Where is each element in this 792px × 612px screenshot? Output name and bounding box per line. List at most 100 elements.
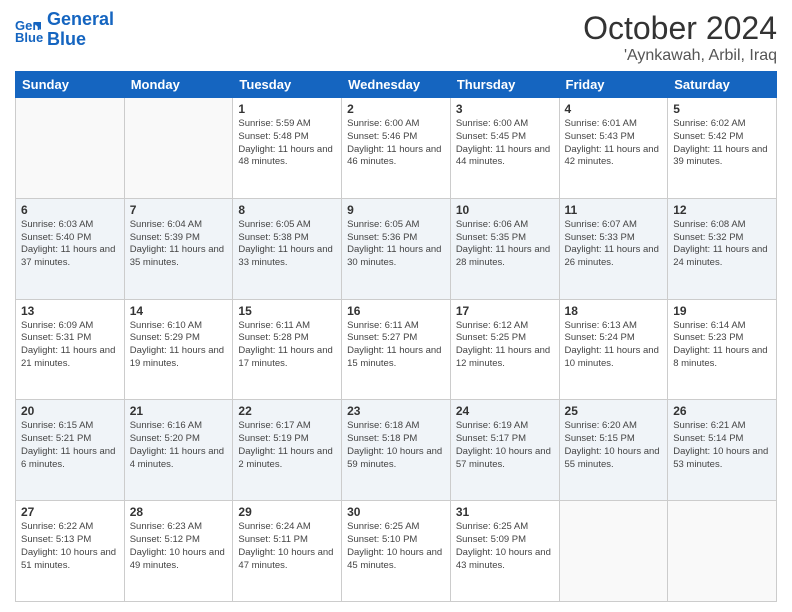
calendar-cell (668, 501, 777, 602)
calendar-week-1: 1Sunrise: 5:59 AMSunset: 5:48 PMDaylight… (16, 98, 777, 199)
main-title: October 2024 (583, 10, 777, 47)
day-detail: Sunrise: 6:05 AMSunset: 5:38 PMDaylight:… (238, 219, 336, 270)
day-detail: Sunrise: 6:09 AMSunset: 5:31 PMDaylight:… (21, 320, 119, 371)
calendar-cell (16, 98, 125, 199)
calendar-cell: 25Sunrise: 6:20 AMSunset: 5:15 PMDayligh… (559, 400, 668, 501)
day-number: 10 (456, 203, 554, 217)
day-detail: Sunrise: 6:23 AMSunset: 5:12 PMDaylight:… (130, 521, 228, 572)
day-number: 23 (347, 404, 445, 418)
day-number: 18 (565, 304, 663, 318)
day-detail: Sunrise: 6:05 AMSunset: 5:36 PMDaylight:… (347, 219, 445, 270)
day-number: 30 (347, 505, 445, 519)
day-detail: Sunrise: 6:14 AMSunset: 5:23 PMDaylight:… (673, 320, 771, 371)
calendar-cell: 18 Sunrise: 6:13 AMSunset: 5:24 PMDayligh… (559, 299, 668, 400)
calendar-cell (124, 98, 233, 199)
calendar-cell: 27 Sunrise: 6:22 AMSunset: 5:13 PMDayligh… (16, 501, 125, 602)
calendar-cell: 1Sunrise: 5:59 AMSunset: 5:48 PMDaylight… (233, 98, 342, 199)
calendar-cell: 9 Sunrise: 6:05 AMSunset: 5:36 PMDaylight… (342, 198, 451, 299)
day-number: 27 (21, 505, 119, 519)
calendar-cell: 28 Sunrise: 6:23 AMSunset: 5:12 PMDayligh… (124, 501, 233, 602)
col-header-monday: Monday (124, 72, 233, 98)
day-detail: Sunrise: 6:15 AMSunset: 5:21 PMDaylight:… (21, 420, 119, 471)
day-detail: Sunrise: 6:13 AMSunset: 5:24 PMDaylight:… (565, 320, 663, 371)
subtitle: 'Aynkawah, Arbil, Iraq (583, 47, 777, 65)
calendar-week-2: 6 Sunrise: 6:03 AMSunset: 5:40 PMDaylight… (16, 198, 777, 299)
calendar-week-3: 13 Sunrise: 6:09 AMSunset: 5:31 PMDayligh… (16, 299, 777, 400)
day-number: 1 (238, 102, 336, 116)
day-detail: Sunrise: 6:03 AMSunset: 5:40 PMDaylight:… (21, 219, 119, 270)
day-detail: Sunrise: 6:24 AMSunset: 5:11 PMDaylight:… (238, 521, 336, 572)
calendar-cell: 17 Sunrise: 6:12 AMSunset: 5:25 PMDayligh… (450, 299, 559, 400)
logo-line1: General (47, 9, 114, 29)
day-detail: Sunrise: 6:10 AMSunset: 5:29 PMDaylight:… (130, 320, 228, 371)
day-detail: Sunrise: 6:12 AMSunset: 5:25 PMDaylight:… (456, 320, 554, 371)
day-detail: Sunrise: 6:11 AMSunset: 5:28 PMDaylight:… (238, 320, 336, 371)
svg-text:Blue: Blue (15, 30, 43, 44)
day-detail: Sunrise: 6:08 AMSunset: 5:32 PMDaylight:… (673, 219, 771, 270)
day-number: 11 (565, 203, 663, 217)
day-detail: Sunrise: 6:02 AMSunset: 5:42 PMDaylight:… (673, 118, 771, 169)
day-number: 4 (565, 102, 663, 116)
day-detail: Sunrise: 6:18 AMSunset: 5:18 PMDaylight:… (347, 420, 445, 471)
logo-text: General Blue (47, 10, 114, 50)
day-detail: Sunrise: 6:06 AMSunset: 5:35 PMDaylight:… (456, 219, 554, 270)
day-number: 6 (21, 203, 119, 217)
day-detail: Sunrise: 6:20 AMSunset: 5:15 PMDaylight:… (565, 420, 663, 471)
calendar-cell: 14Sunrise: 6:10 AMSunset: 5:29 PMDayligh… (124, 299, 233, 400)
calendar-cell: 15Sunrise: 6:11 AMSunset: 5:28 PMDayligh… (233, 299, 342, 400)
day-number: 31 (456, 505, 554, 519)
logo: Gen Blue General Blue (15, 10, 114, 50)
day-detail: Sunrise: 6:16 AMSunset: 5:20 PMDaylight:… (130, 420, 228, 471)
calendar-cell: 26 Sunrise: 6:21 AMSunset: 5:14 PMDayligh… (668, 400, 777, 501)
page: Gen Blue General Blue October 2024 'Aynk… (0, 0, 792, 612)
calendar-cell: 20 Sunrise: 6:15 AMSunset: 5:21 PMDayligh… (16, 400, 125, 501)
calendar-week-5: 27 Sunrise: 6:22 AMSunset: 5:13 PMDayligh… (16, 501, 777, 602)
calendar-cell: 22 Sunrise: 6:17 AMSunset: 5:19 PMDayligh… (233, 400, 342, 501)
calendar-cell: 7Sunrise: 6:04 AMSunset: 5:39 PMDaylight… (124, 198, 233, 299)
calendar-cell: 16Sunrise: 6:11 AMSunset: 5:27 PMDayligh… (342, 299, 451, 400)
day-detail: Sunrise: 6:00 AMSunset: 5:45 PMDaylight:… (456, 118, 554, 169)
day-number: 26 (673, 404, 771, 418)
day-number: 16 (347, 304, 445, 318)
calendar-cell: 13 Sunrise: 6:09 AMSunset: 5:31 PMDayligh… (16, 299, 125, 400)
calendar-cell: 3 Sunrise: 6:00 AMSunset: 5:45 PMDaylight… (450, 98, 559, 199)
day-detail: Sunrise: 6:25 AMSunset: 5:10 PMDaylight:… (347, 521, 445, 572)
col-header-sunday: Sunday (16, 72, 125, 98)
day-detail: Sunrise: 6:07 AMSunset: 5:33 PMDaylight:… (565, 219, 663, 270)
calendar-cell: 23 Sunrise: 6:18 AMSunset: 5:18 PMDayligh… (342, 400, 451, 501)
logo-line2: Blue (47, 29, 86, 49)
calendar-cell: 29Sunrise: 6:24 AMSunset: 5:11 PMDayligh… (233, 501, 342, 602)
day-detail: Sunrise: 6:01 AMSunset: 5:43 PMDaylight:… (565, 118, 663, 169)
col-header-friday: Friday (559, 72, 668, 98)
calendar-cell: 5 Sunrise: 6:02 AMSunset: 5:42 PMDaylight… (668, 98, 777, 199)
calendar-table: SundayMondayTuesdayWednesdayThursdayFrid… (15, 71, 777, 602)
day-number: 3 (456, 102, 554, 116)
day-detail: Sunrise: 6:00 AMSunset: 5:46 PMDaylight:… (347, 118, 445, 169)
title-block: October 2024 'Aynkawah, Arbil, Iraq (583, 10, 777, 65)
calendar-cell: 11 Sunrise: 6:07 AMSunset: 5:33 PMDayligh… (559, 198, 668, 299)
day-number: 19 (673, 304, 771, 318)
calendar-cell: 31Sunrise: 6:25 AMSunset: 5:09 PMDayligh… (450, 501, 559, 602)
day-detail: Sunrise: 6:17 AMSunset: 5:19 PMDaylight:… (238, 420, 336, 471)
day-number: 22 (238, 404, 336, 418)
logo-icon: Gen Blue (15, 16, 43, 44)
day-detail: Sunrise: 6:21 AMSunset: 5:14 PMDaylight:… (673, 420, 771, 471)
calendar-cell: 2 Sunrise: 6:00 AMSunset: 5:46 PMDaylight… (342, 98, 451, 199)
day-number: 2 (347, 102, 445, 116)
calendar-cell: 12Sunrise: 6:08 AMSunset: 5:32 PMDayligh… (668, 198, 777, 299)
day-number: 20 (21, 404, 119, 418)
header: Gen Blue General Blue October 2024 'Aynk… (15, 10, 777, 65)
calendar-cell: 6 Sunrise: 6:03 AMSunset: 5:40 PMDaylight… (16, 198, 125, 299)
day-number: 17 (456, 304, 554, 318)
day-detail: Sunrise: 6:22 AMSunset: 5:13 PMDaylight:… (21, 521, 119, 572)
calendar-header-row: SundayMondayTuesdayWednesdayThursdayFrid… (16, 72, 777, 98)
day-number: 5 (673, 102, 771, 116)
day-number: 9 (347, 203, 445, 217)
day-number: 21 (130, 404, 228, 418)
day-number: 8 (238, 203, 336, 217)
calendar-cell: 10 Sunrise: 6:06 AMSunset: 5:35 PMDayligh… (450, 198, 559, 299)
day-number: 28 (130, 505, 228, 519)
col-header-thursday: Thursday (450, 72, 559, 98)
day-number: 13 (21, 304, 119, 318)
calendar-cell: 30 Sunrise: 6:25 AMSunset: 5:10 PMDayligh… (342, 501, 451, 602)
